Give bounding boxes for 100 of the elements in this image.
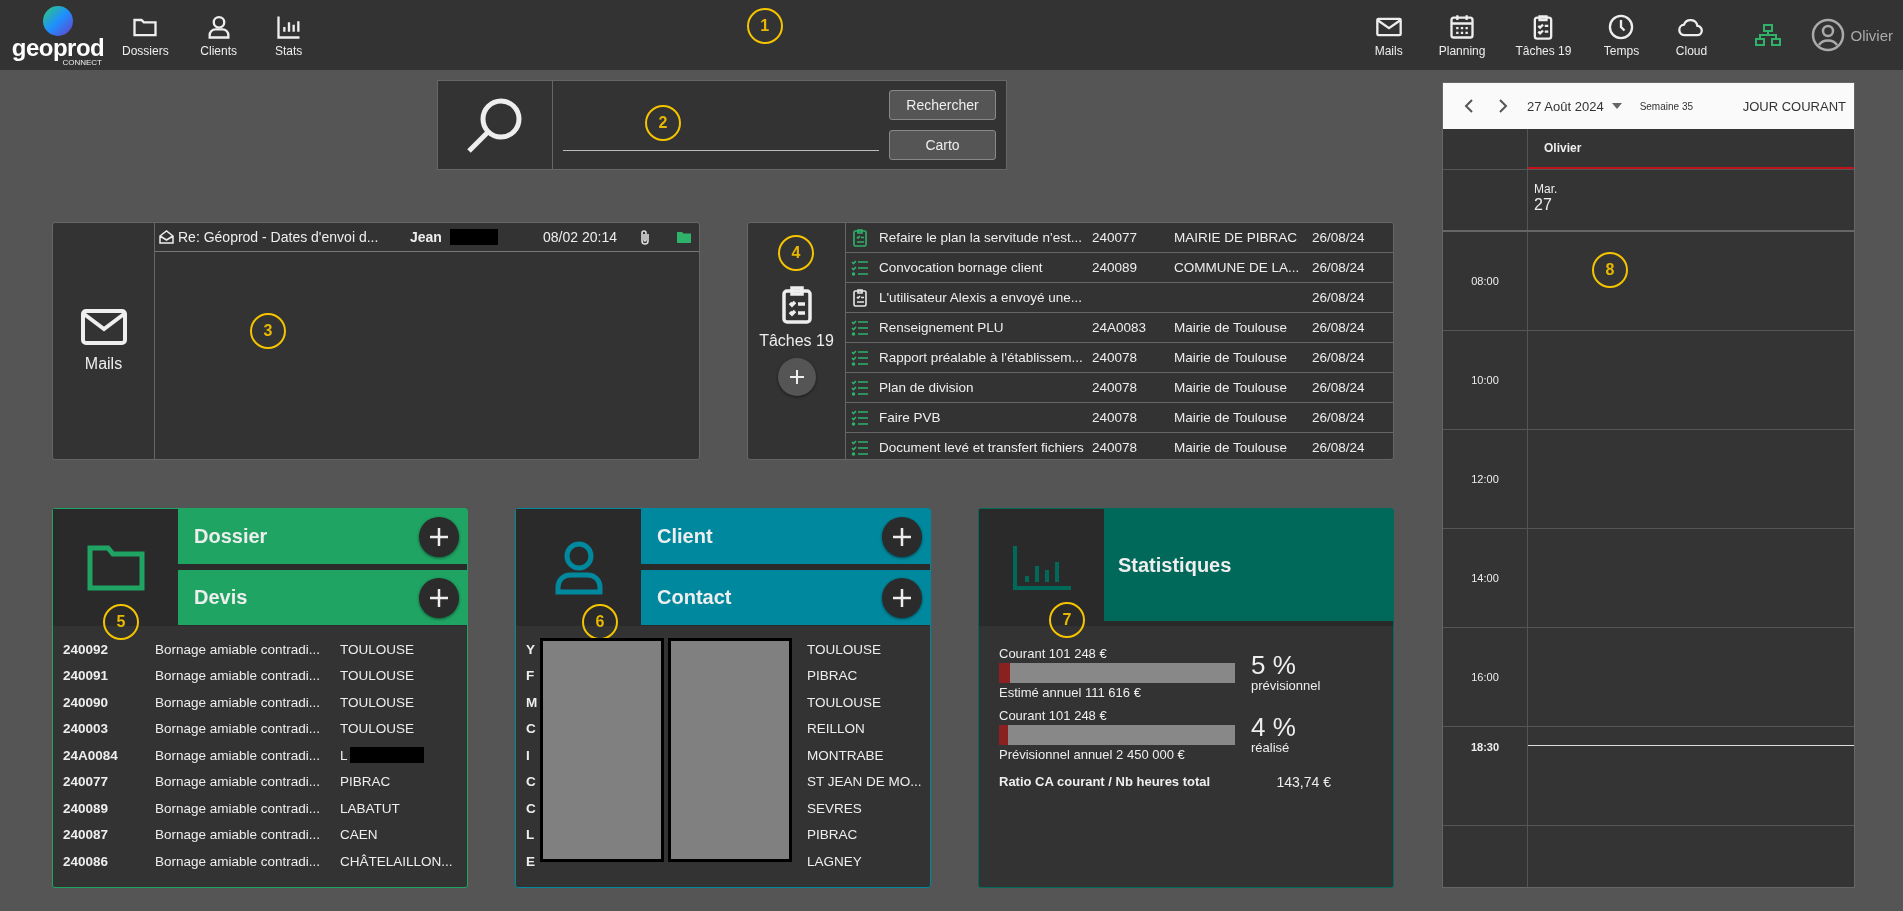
folder-icon [86,544,145,591]
user-menu-button[interactable]: Olivier [1811,18,1893,52]
plus-icon [789,370,804,384]
mail-row[interactable]: Re: Géoprod - Dates d'envoi d... Jean 08/02 20:14 [155,223,699,252]
nav-calendar-button[interactable]: Planning [1430,8,1494,62]
plus-icon [893,588,911,607]
dossier-city: TOULOUSE [340,694,415,710]
add-button[interactable] [419,516,459,557]
new-item-bar[interactable]: Contact [641,570,930,625]
day-number: 27 [1534,196,1553,214]
dossier-row[interactable]: 240077 Bornage amiable contradi... PIBRAC [63,768,467,795]
mail-date: 08/02 20:14 [543,229,617,245]
time-label: 18:30 [1470,741,1500,753]
logo-text: geoprod [11,36,105,59]
task-date: 26/08/24 [1312,350,1366,365]
task-client: Mairie de Toulouse [1174,410,1288,425]
callout-marker: 7 [1049,602,1085,638]
dossier-city: L [340,747,348,763]
callout-marker: 1 [746,8,783,44]
dossier-row[interactable]: 240003 Bornage amiable contradi... TOULOUSE [63,715,467,742]
dossier-row[interactable]: 240089 Bornage amiable contradi... LABATUT [63,795,467,822]
dossier-row[interactable]: 240086 Bornage amiable contradi... CHÂTELAILLON... [63,848,467,875]
search-action-button[interactable]: Carto [889,130,996,160]
dossier-city: LABATUT [340,800,400,816]
callout-marker: 8 [1592,252,1628,288]
task-row[interactable]: Rapport préalable à l'établissem... 240078 Mairie de Toulouse 26/08/24 [846,343,1393,373]
plus-icon [430,527,448,546]
dossier-label: Bornage amiable contradi... [155,800,322,816]
dossier-label: Bornage amiable contradi... [155,694,322,710]
date-picker[interactable]: 27 Août 2024 [1527,98,1622,114]
gauge-target: Prévisionnel annuel 2 450 000 € [999,747,1186,762]
gauge-caption: prévisionnel [1251,678,1321,693]
client-city: LAGNEY [807,853,862,869]
time-label: 12:00 [1471,473,1499,485]
chevron-right-icon [1498,99,1508,113]
nav-folder-button[interactable]: Dossiers [114,8,177,62]
dossier-label: Bornage amiable contradi... [155,668,322,684]
plus-icon [893,527,911,546]
task-dossier-number: 240078 [1092,380,1138,395]
dossier-row[interactable]: 240090 Bornage amiable contradi... TOULOUSE [63,689,467,716]
gauge-percent: 5 % [1251,652,1297,678]
nav-person-button[interactable]: Clients [190,8,247,62]
nav-tasks-button[interactable]: Tâches 19 [1507,8,1580,62]
task-row[interactable]: Document levé et transfert fichiers 240078 Mairie de Toulouse 26/08/24 [846,433,1393,462]
nav-stats-button[interactable]: Stats [260,8,317,62]
dossier-label: Bornage amiable contradi... [155,774,322,790]
nav-cloud-button[interactable]: Cloud [1663,8,1720,62]
task-row[interactable]: L'utilisateur Alexis a envoyé une... 26/08/24 [846,283,1393,313]
task-row[interactable]: Plan de division 240078 Mairie de Toulouse 26/08/24 [846,373,1393,403]
dossier-row[interactable]: 240091 Bornage amiable contradi... TOULOUSE [63,662,467,689]
resource-name: Olivier [1528,129,1854,169]
client-city: PIBRAC [807,668,858,684]
dossier-label: Bornage amiable contradi... [155,827,322,843]
day-name: Mar. [1534,182,1558,196]
task-date: 26/08/24 [1312,260,1366,275]
task-row[interactable]: Convocation bornage client 240089 COMMUNE DE LA... 26/08/24 [846,253,1393,283]
dossier-row[interactable]: 240087 Bornage amiable contradi... CAEN [63,821,467,848]
task-client: Mairie de Toulouse [1174,320,1288,335]
task-row[interactable]: Renseignement PLU 24A0083 Mairie de Toulouse 26/08/24 [846,313,1393,343]
clipboard-icon [781,286,812,324]
chevron-left-icon [1464,99,1474,113]
task-row[interactable]: Faire PVB 240078 Mairie de Toulouse 26/08/24 [846,403,1393,433]
nav-mail-button[interactable]: Mails [1360,8,1417,62]
add-button[interactable] [882,577,922,618]
new-item-bar[interactable]: Client [641,509,930,564]
task-title: Convocation bornage client [879,260,1044,275]
task-client: MAIRIE DE PIBRAC [1174,230,1298,245]
client-name: L [526,827,535,843]
gauge-target: Estimé annuel 111 616 € [999,685,1142,700]
callout-marker: 3 [250,313,286,349]
task-title: Renseignement PLU [879,320,1005,335]
nav-clock-button[interactable]: Temps [1593,8,1650,62]
client-name: E [526,853,535,869]
task-row[interactable]: Refaire le plan la servitude n'est... 240077 MAIRIE DE PIBRAC 26/08/24 [846,223,1393,253]
client-city: TOULOUSE [807,641,882,657]
task-dossier-number: 240089 [1092,260,1138,275]
dossier-city: TOULOUSE [340,721,415,737]
dossier-city: CAEN [340,827,378,843]
search-action-button[interactable]: Rechercher [889,90,996,120]
task-date: 26/08/24 [1312,290,1366,305]
dossier-city: TOULOUSE [340,641,415,657]
time-label: 16:00 [1471,671,1499,683]
task-title: Rapport préalable à l'établissem... [879,350,1084,365]
plus-icon [430,588,448,607]
clock-icon [1607,12,1636,41]
today-button[interactable]: JOUR COURANT [1742,98,1846,114]
add-task-button[interactable] [777,358,816,396]
client-city: SEVRES [807,800,862,816]
dossier-label: Bornage amiable contradi... [155,721,322,737]
client-city: TOULOUSE [807,694,882,710]
dossier-number: 24A0084 [63,747,119,763]
task-dossier-number: 240078 [1092,410,1138,425]
time-label: 08:00 [1471,275,1499,287]
network-icon[interactable] [1755,24,1782,46]
dossier-city: TOULOUSE [340,668,415,684]
caret-icon [1611,103,1622,109]
add-button[interactable] [419,577,459,618]
dossier-row[interactable]: 24A0084 Bornage amiable contradi... L [63,742,467,769]
time-label: 14:00 [1471,572,1499,584]
add-button[interactable] [882,516,922,557]
